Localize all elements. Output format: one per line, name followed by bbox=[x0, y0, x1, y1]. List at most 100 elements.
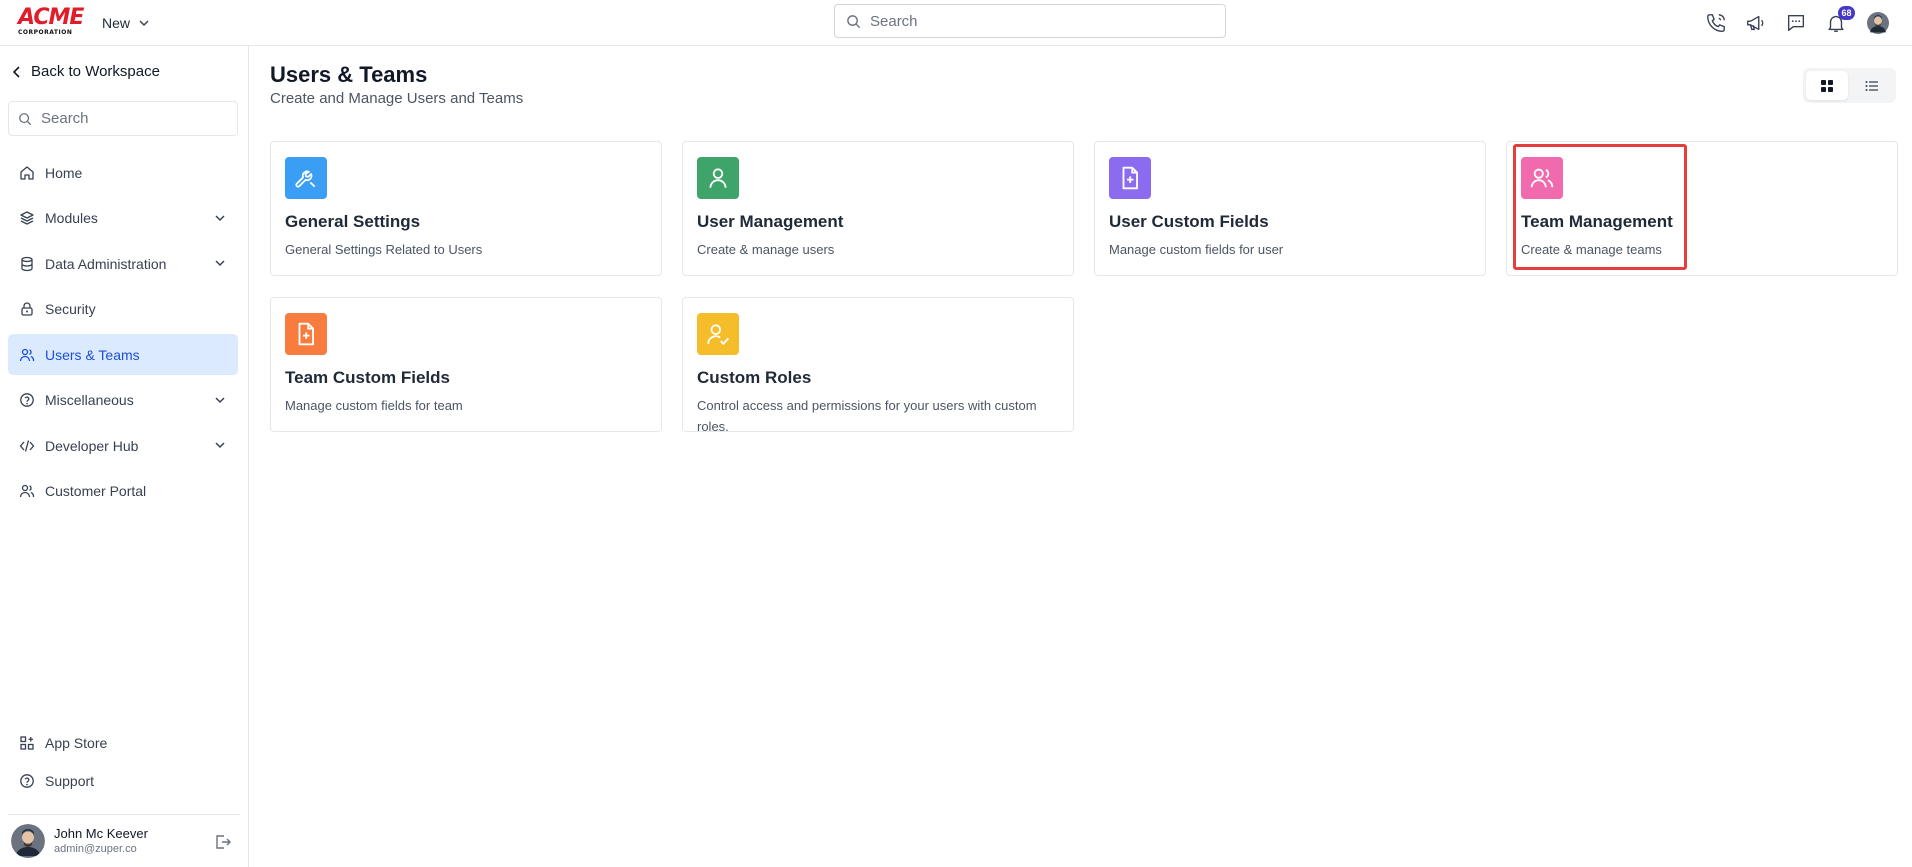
sidebar-item-label: Security bbox=[45, 301, 96, 317]
user-check-icon bbox=[707, 324, 729, 346]
layers-icon bbox=[20, 211, 34, 225]
grid-icon bbox=[1820, 79, 1833, 92]
support-link[interactable]: Support bbox=[8, 762, 238, 800]
card-title: Team Management bbox=[1521, 212, 1673, 231]
sidebar-nav: Home Modules Data Administration Securit… bbox=[8, 152, 238, 516]
user-profile: John Mc Keever admin@zuper.co bbox=[8, 814, 240, 867]
global-search[interactable] bbox=[834, 4, 1226, 38]
megaphone-icon[interactable] bbox=[1744, 11, 1768, 35]
new-label: New bbox=[102, 15, 131, 31]
chevron-down-icon[interactable] bbox=[214, 212, 226, 224]
users-icon bbox=[1530, 168, 1554, 188]
sidebar-item-label: Miscellaneous bbox=[45, 392, 134, 408]
list-view-button[interactable] bbox=[1852, 71, 1894, 100]
card-icon bbox=[1109, 157, 1151, 199]
bell-icon[interactable]: 68 bbox=[1824, 6, 1855, 35]
card-icon bbox=[697, 157, 739, 199]
card-icon bbox=[697, 313, 739, 355]
back-to-workspace-link[interactable]: Back to Workspace bbox=[12, 63, 160, 80]
card-description: Create & manage teams bbox=[1521, 242, 1662, 257]
sidebar-item-security[interactable]: Security bbox=[8, 289, 238, 330]
card-icon bbox=[1521, 157, 1563, 199]
phone-icon[interactable] bbox=[1704, 11, 1728, 35]
card-title: Team Custom Fields bbox=[285, 368, 450, 387]
new-dropdown-button[interactable]: New bbox=[102, 12, 150, 34]
search-icon bbox=[19, 112, 32, 125]
sidebar-item-label: Home bbox=[45, 164, 83, 181]
card-description: General Settings Related to Users bbox=[285, 242, 483, 257]
grid-view-button[interactable] bbox=[1806, 71, 1848, 100]
page-subtitle: Create and Manage Users and Teams bbox=[270, 90, 524, 107]
chat-icon[interactable] bbox=[1784, 11, 1808, 35]
card-icon bbox=[285, 157, 327, 199]
file-plus-icon bbox=[298, 322, 314, 346]
app-store-link[interactable]: App Store bbox=[8, 724, 238, 762]
user-name: John Mc Keever bbox=[54, 826, 148, 841]
sidebar: Back to Workspace Home Modules Data Admi… bbox=[0, 46, 249, 867]
chevron-down-icon bbox=[139, 20, 149, 27]
logo-text: ACME bbox=[18, 5, 84, 30]
file-plus-icon bbox=[1122, 166, 1138, 190]
chevron-down-icon[interactable] bbox=[214, 439, 226, 451]
sidebar-item-developer-hub[interactable]: Developer Hub bbox=[8, 425, 238, 466]
app-grid-icon bbox=[20, 736, 34, 750]
support-label: Support bbox=[45, 773, 95, 789]
sidebar-item-customer-portal[interactable]: Customer Portal bbox=[8, 471, 238, 512]
card-description: Manage custom fields for user bbox=[1109, 242, 1284, 257]
card-custom-roles[interactable]: Custom Roles Control access and permissi… bbox=[682, 297, 1074, 434]
logout-icon[interactable] bbox=[214, 833, 232, 851]
card-description: Control access and permissions for your … bbox=[697, 398, 1037, 434]
top-bar: ACME CORPORATION New 68 bbox=[0, 0, 1912, 46]
avatar[interactable] bbox=[11, 824, 45, 858]
sidebar-search[interactable] bbox=[8, 101, 238, 136]
wrench-icon bbox=[295, 170, 316, 188]
sidebar-item-label: Modules bbox=[45, 210, 98, 226]
users-icon bbox=[19, 348, 35, 361]
card-general-settings[interactable]: General Settings General Settings Relate… bbox=[270, 141, 662, 276]
card-user-custom-fields[interactable]: User Custom Fields Manage custom fields … bbox=[1094, 141, 1486, 276]
main-content: Users & Teams Create and Manage Users an… bbox=[250, 46, 1912, 867]
sidebar-item-modules[interactable]: Modules bbox=[8, 198, 238, 239]
chevron-left-icon bbox=[12, 65, 20, 78]
help-circle-icon bbox=[20, 774, 34, 788]
sidebar-item-miscellaneous[interactable]: Miscellaneous bbox=[8, 380, 238, 421]
acme-logo[interactable]: ACME CORPORATION bbox=[18, 5, 84, 37]
card-user-management[interactable]: User Management Create & manage users bbox=[682, 141, 1074, 276]
app-store-label: App Store bbox=[45, 735, 108, 751]
users-icon bbox=[19, 484, 35, 498]
card-title: User Custom Fields bbox=[1109, 212, 1269, 231]
sidebar-bottom-links: App Store Support bbox=[8, 724, 238, 800]
card-team-management[interactable]: Team Management Create & manage teams bbox=[1506, 141, 1898, 276]
home-icon bbox=[20, 165, 34, 180]
sidebar-search-input[interactable] bbox=[41, 110, 221, 127]
sidebar-item-label: Users & Teams bbox=[45, 346, 140, 363]
sidebar-item-home[interactable]: Home bbox=[8, 152, 238, 193]
view-toggle bbox=[1803, 68, 1896, 103]
list-icon bbox=[1865, 80, 1879, 91]
sidebar-item-data-administration[interactable]: Data Administration bbox=[8, 243, 238, 284]
top-icons: 68 bbox=[1704, 6, 1892, 40]
card-title: User Management bbox=[697, 212, 844, 231]
sidebar-item-label: Customer Portal bbox=[45, 483, 147, 499]
card-team-custom-fields[interactable]: Team Custom Fields Manage custom fields … bbox=[270, 297, 662, 432]
user-email: admin@zuper.co bbox=[54, 843, 137, 855]
help-circle-icon bbox=[20, 393, 34, 407]
database-icon bbox=[21, 256, 33, 271]
back-label: Back to Workspace bbox=[31, 63, 160, 80]
card-description: Create & manage users bbox=[697, 242, 835, 257]
sidebar-item-users-teams[interactable]: Users & Teams bbox=[8, 334, 238, 375]
user-avatar[interactable] bbox=[1864, 9, 1892, 37]
search-icon bbox=[847, 14, 861, 28]
global-search-input[interactable] bbox=[870, 12, 1190, 30]
user-info: John Mc Keever admin@zuper.co bbox=[54, 826, 148, 856]
user-icon bbox=[709, 168, 727, 188]
sidebar-item-label: Developer Hub bbox=[45, 437, 139, 454]
code-icon bbox=[19, 439, 35, 452]
chevron-down-icon[interactable] bbox=[214, 394, 226, 406]
notification-badge: 68 bbox=[1838, 6, 1855, 20]
card-title: General Settings bbox=[285, 212, 421, 231]
logo-subtext: CORPORATION bbox=[18, 29, 73, 36]
chevron-down-icon[interactable] bbox=[214, 257, 226, 269]
card-icon bbox=[285, 313, 327, 355]
card-description: Manage custom fields for team bbox=[285, 398, 463, 413]
